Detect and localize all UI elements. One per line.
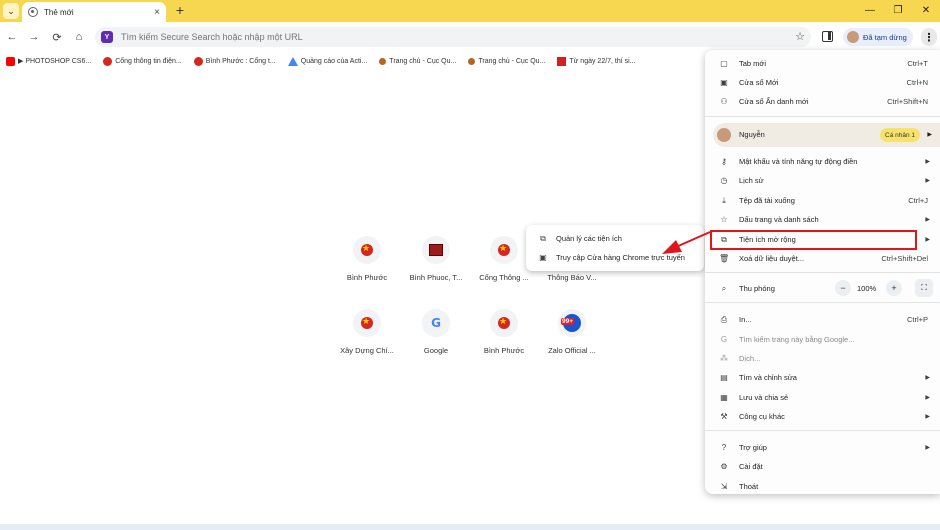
annotation-arrow — [662, 231, 711, 254]
taskbar-edge — [0, 524, 940, 530]
